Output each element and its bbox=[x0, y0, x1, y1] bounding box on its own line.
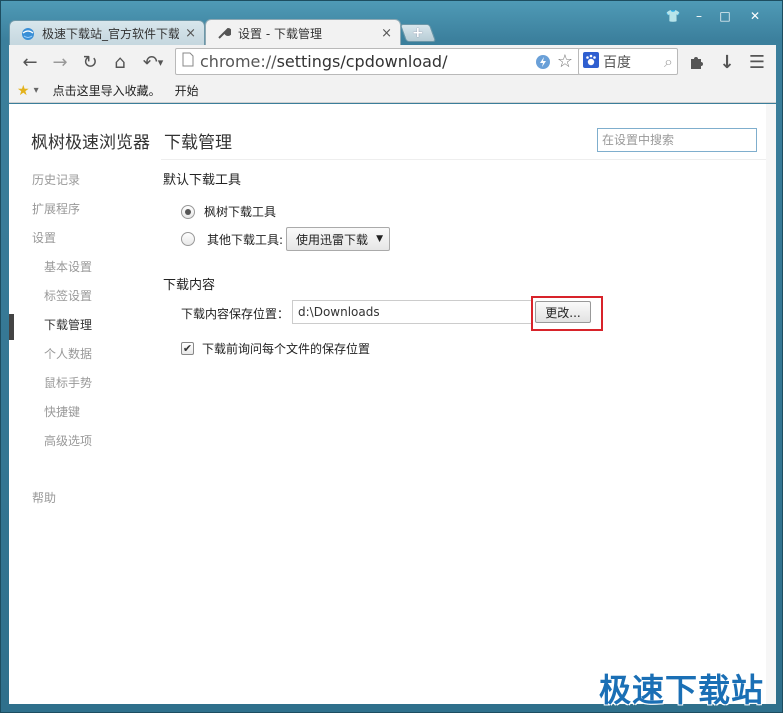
menu-button[interactable]: ☰ bbox=[742, 49, 772, 75]
baidu-icon bbox=[583, 51, 599, 72]
download-button[interactable]: ↓ bbox=[712, 49, 742, 75]
chevron-down-icon: ▾ bbox=[157, 55, 164, 69]
select-value: 使用迅雷下载 bbox=[296, 232, 369, 247]
search-engine-box[interactable]: 百度 ⌕ bbox=[578, 48, 678, 75]
dropdown-caret-icon: ▼ bbox=[376, 234, 383, 244]
nav-item-advanced[interactable]: 高级选项 bbox=[9, 427, 149, 456]
default-tool-heading: 默认下载工具 bbox=[163, 173, 242, 188]
plus-icon: + bbox=[412, 25, 424, 41]
watermark-logo: 极速下载站 bbox=[598, 671, 764, 709]
tab-title: 设置 - 下载管理 bbox=[238, 26, 322, 41]
tab-title: 极速下载站_官方软件下载 bbox=[42, 27, 180, 41]
toolbar-right: ↓ ☰ bbox=[682, 49, 772, 75]
close-tab-icon[interactable]: × bbox=[381, 26, 392, 41]
search-icon[interactable]: ⌕ bbox=[664, 52, 673, 72]
nav-gap bbox=[9, 456, 149, 484]
start-link[interactable]: 开始 bbox=[175, 82, 199, 99]
nav-item-history[interactable]: 历史记录 bbox=[9, 166, 149, 195]
favorites-folder-icon[interactable]: ★ bbox=[17, 83, 30, 99]
nav-item-shortcuts[interactable]: 快捷键 bbox=[9, 398, 149, 427]
settings-nav: 历史记录 扩展程序 设置 基本设置 标签设置 下载管理 个人数据 鼠标手势 快捷… bbox=[9, 166, 149, 513]
address-bar[interactable]: chrome://settings/cpdownload/ ☆ bbox=[175, 48, 580, 75]
page-title: 下载管理 bbox=[164, 133, 232, 153]
search-engine-name: 百度 bbox=[603, 54, 631, 71]
save-location-field: d:\Downloads bbox=[292, 300, 532, 324]
nav-item-downloads[interactable]: 下载管理 bbox=[9, 311, 149, 340]
undo-icon: ↶ bbox=[142, 51, 158, 73]
settings-search-input[interactable] bbox=[597, 128, 757, 152]
settings-page: 枫树极速浏览器 下载管理 历史记录 扩展程序 设置 基本设置 标签设置 下载管理… bbox=[9, 104, 776, 704]
radio-label: 其他下载工具: bbox=[207, 232, 284, 247]
back-button[interactable]: ← bbox=[15, 49, 45, 75]
puzzle-icon[interactable] bbox=[682, 49, 712, 75]
new-tab-button[interactable]: + bbox=[399, 24, 437, 42]
other-downloader-select[interactable]: 使用迅雷下载 ▼ bbox=[286, 227, 390, 251]
scrollbar[interactable] bbox=[766, 104, 776, 704]
home-button[interactable]: ⌂ bbox=[105, 49, 135, 75]
nav-item-settings[interactable]: 设置 bbox=[9, 224, 149, 253]
nav-item-personal-data[interactable]: 个人数据 bbox=[9, 340, 149, 369]
bookmarks-bar: ★ ▾ 点击这里导入收藏。 开始 bbox=[9, 79, 776, 103]
radio-button-checked[interactable] bbox=[181, 204, 195, 219]
wrench-icon bbox=[216, 25, 232, 41]
url-path: settings/cpdownload/ bbox=[276, 52, 448, 71]
tab-strip: 极速下载站_官方软件下载 × 设置 - 下载管理 × + bbox=[9, 17, 782, 46]
nav-item-mouse-gestures[interactable]: 鼠标手势 bbox=[9, 369, 149, 398]
highlight-box bbox=[531, 296, 603, 331]
speed-mode-icon[interactable] bbox=[535, 54, 551, 70]
page-icon bbox=[182, 52, 194, 71]
save-location-label: 下载内容保存位置： bbox=[181, 307, 290, 321]
radio-button[interactable] bbox=[181, 232, 195, 246]
radio-label: 枫树下载工具 bbox=[204, 205, 277, 219]
radio-other-downloader[interactable]: 其他下载工具: 使用迅雷下载 ▼ bbox=[181, 227, 390, 251]
nav-item-basic[interactable]: 基本设置 bbox=[9, 253, 149, 282]
divider bbox=[161, 159, 776, 160]
checkbox-checked[interactable]: ✔ bbox=[181, 342, 194, 355]
browser-window: 👕 – □ ✕ 极速下载站_官方软件下载 × 设置 - 下载管理 × + ← →… bbox=[0, 0, 783, 713]
checkbox-label: 下载前询问每个文件的保存位置 bbox=[202, 342, 371, 356]
nav-item-help[interactable]: 帮助 bbox=[9, 484, 149, 513]
undo-close-button[interactable]: ↶ ▾ bbox=[135, 49, 171, 75]
chevron-down-icon[interactable]: ▾ bbox=[34, 85, 39, 96]
close-tab-icon[interactable]: × bbox=[185, 26, 196, 41]
nav-item-extensions[interactable]: 扩展程序 bbox=[9, 195, 149, 224]
download-content-heading: 下载内容 bbox=[163, 278, 216, 293]
tab-jisu-download[interactable]: 极速下载站_官方软件下载 × bbox=[9, 20, 205, 46]
url-text: chrome://settings/cpdownload/ bbox=[200, 52, 535, 71]
import-bookmarks-link[interactable]: 点击这里导入收藏。 bbox=[53, 82, 161, 99]
ie-globe-icon bbox=[20, 26, 36, 42]
reload-button[interactable]: ↻ bbox=[75, 49, 105, 75]
bookmark-star-icon[interactable]: ☆ bbox=[557, 51, 573, 72]
toolbar: ← → ↻ ⌂ ↶ ▾ chrome://settings/cpdownload… bbox=[9, 45, 776, 79]
ask-location-option[interactable]: ✔ 下载前询问每个文件的保存位置 bbox=[181, 340, 370, 357]
tab-settings-download[interactable]: 设置 - 下载管理 × bbox=[205, 19, 401, 46]
url-scheme: chrome:// bbox=[200, 52, 277, 71]
browser-brand: 枫树极速浏览器 bbox=[31, 133, 150, 153]
nav-item-tabs[interactable]: 标签设置 bbox=[9, 282, 149, 311]
radio-builtin-downloader[interactable]: 枫树下载工具 bbox=[181, 203, 276, 220]
forward-button[interactable]: → bbox=[45, 49, 75, 75]
